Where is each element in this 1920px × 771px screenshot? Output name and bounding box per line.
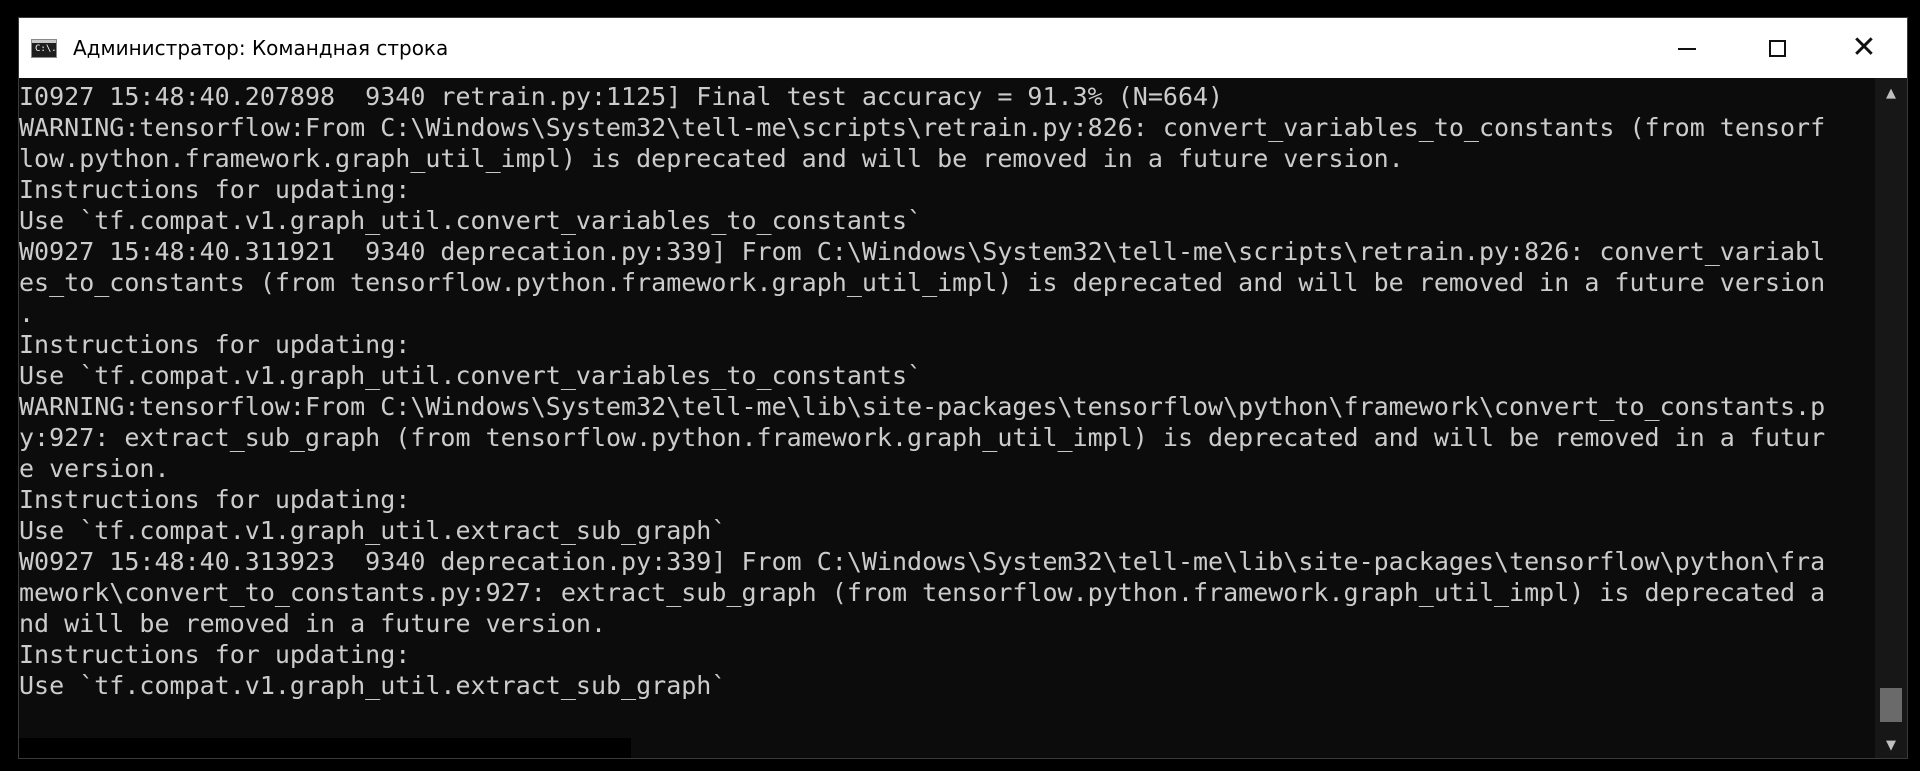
vertical-scrollbar[interactable]: ▲ ▼: [1875, 78, 1907, 758]
console-line: Use `tf.compat.v1.graph_util.convert_var…: [19, 206, 923, 235]
command-prompt-window: C:\. Администратор: Командная строка ✕ I…: [18, 17, 1908, 759]
console-line: Instructions for updating:: [19, 330, 411, 359]
console-line: low.python.framework.graph_util_impl) is…: [19, 144, 1404, 173]
console-line: mework\convert_to_constants.py:927: extr…: [19, 578, 1826, 607]
console-line: nd will be removed in a future version.: [19, 609, 606, 638]
console-line: Instructions for updating:: [19, 640, 411, 669]
title-bar[interactable]: C:\. Администратор: Командная строка ✕: [19, 18, 1907, 78]
console-line: W0927 15:48:40.313923 9340 deprecation.p…: [19, 547, 1826, 576]
maximize-icon: [1768, 39, 1786, 57]
scroll-down-button[interactable]: ▼: [1875, 730, 1907, 758]
maximize-button[interactable]: [1732, 18, 1822, 78]
minimize-icon: [1678, 48, 1696, 50]
console-text: I0927 15:48:40.207898 9340 retrain.py:11…: [19, 78, 1875, 758]
console-line: Instructions for updating:: [19, 175, 411, 204]
minimize-button[interactable]: [1642, 18, 1732, 78]
window-title: Администратор: Командная строка: [73, 36, 449, 60]
console-app-icon[interactable]: C:\.: [31, 39, 57, 58]
console-line: es_to_constants (from tensorflow.python.…: [19, 268, 1826, 297]
console-line: WARNING:tensorflow:From C:\Windows\Syste…: [19, 392, 1826, 421]
console-line: I0927 15:48:40.207898 9340 retrain.py:11…: [19, 82, 1224, 111]
console-line: Use `tf.compat.v1.graph_util.convert_var…: [19, 361, 923, 390]
console-line: W0927 15:48:40.311921 9340 deprecation.p…: [19, 237, 1826, 266]
console-line: .: [19, 299, 35, 328]
console-bottom-block: [19, 738, 631, 758]
console-line: Use `tf.compat.v1.graph_util.extract_sub…: [19, 671, 727, 700]
console-app-icon-label: C:\.: [35, 44, 57, 54]
chevron-down-icon: ▼: [1886, 737, 1896, 753]
console-line: WARNING:tensorflow:From C:\Windows\Syste…: [19, 113, 1826, 142]
console-output-area[interactable]: I0927 15:48:40.207898 9340 retrain.py:11…: [19, 78, 1875, 758]
close-icon: ✕: [1851, 30, 1877, 65]
console-line: Instructions for updating:: [19, 485, 411, 514]
scroll-thumb[interactable]: [1880, 688, 1902, 722]
console-line: y:927: extract_sub_graph (from tensorflo…: [19, 423, 1826, 452]
chevron-up-icon: ▲: [1886, 85, 1896, 101]
console-line: e version.: [19, 454, 170, 483]
close-button[interactable]: ✕: [1819, 18, 1907, 78]
scroll-up-button[interactable]: ▲: [1875, 78, 1907, 108]
console-line: Use `tf.compat.v1.graph_util.extract_sub…: [19, 516, 727, 545]
